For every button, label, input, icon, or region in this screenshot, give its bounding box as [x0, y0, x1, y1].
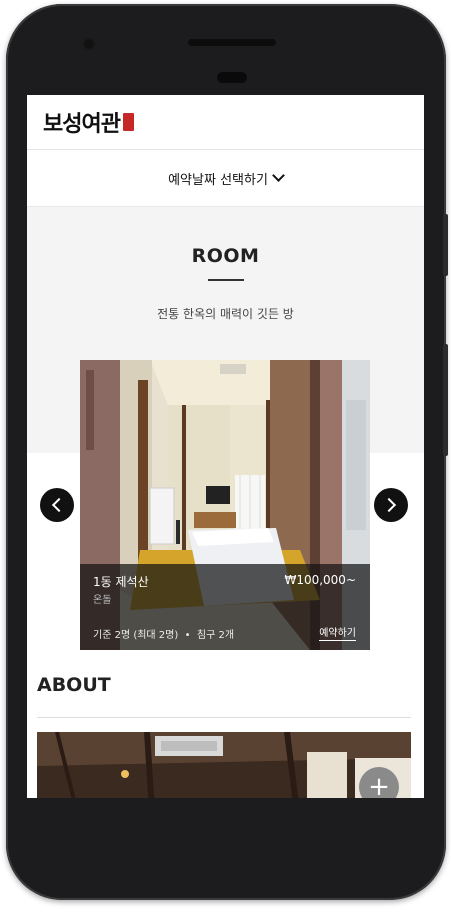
chevron-right-icon: [381, 497, 397, 513]
date-selector[interactable]: 예약날짜 선택하기: [27, 150, 424, 207]
front-camera: [84, 39, 94, 49]
room-capacity: 기준 2명 (최대 2명): [93, 630, 179, 641]
room-section-title: ROOM: [191, 245, 260, 267]
book-button[interactable]: 예약하기: [319, 624, 356, 641]
room-section-subtitle: 전통 한옥의 매력이 깃든 방: [157, 307, 294, 321]
proximity-sensor: [217, 72, 247, 83]
chevron-left-icon: [51, 497, 67, 513]
about-photo: [37, 732, 411, 798]
site-header: 보성여관: [27, 95, 424, 150]
app-screen: 보성여관 예약날짜 선택하기 ROOM 전통 한옥의 매력이 깃든 방 1동 제…: [27, 95, 424, 798]
title-underline: [207, 279, 244, 281]
room-price: ₩100,000~: [284, 573, 356, 587]
carousel-prev-button[interactable]: [40, 488, 74, 522]
volume-button: [443, 214, 448, 276]
room-capacity-info: 기준 2명 (최대 2명) • 침구 2개: [93, 630, 235, 641]
logo-text: 보성여관: [43, 111, 121, 137]
logo[interactable]: 보성여관: [43, 106, 134, 138]
about-title: ABOUT: [37, 674, 111, 696]
room-bedding: 침구 2개: [196, 630, 235, 641]
power-button: [443, 344, 448, 456]
room-name: 1동 제석산: [93, 575, 149, 589]
chevron-down-icon: [272, 169, 285, 182]
room-type: 온돌: [93, 595, 112, 606]
earpiece-speaker: [188, 39, 276, 46]
carousel-next-button[interactable]: [374, 488, 408, 522]
about-divider: [37, 717, 411, 718]
date-selector-label: 예약날짜 선택하기: [168, 172, 268, 188]
seal-stamp-icon: [122, 113, 134, 131]
room-card[interactable]: 1동 제석산 온돌 ₩100,000~ 기준 2명 (최대 2명) • 침구 2…: [80, 360, 370, 650]
room-card-info: 1동 제석산 온돌 ₩100,000~ 기준 2명 (최대 2명) • 침구 2…: [80, 564, 370, 650]
plus-icon: +: [368, 772, 390, 798]
